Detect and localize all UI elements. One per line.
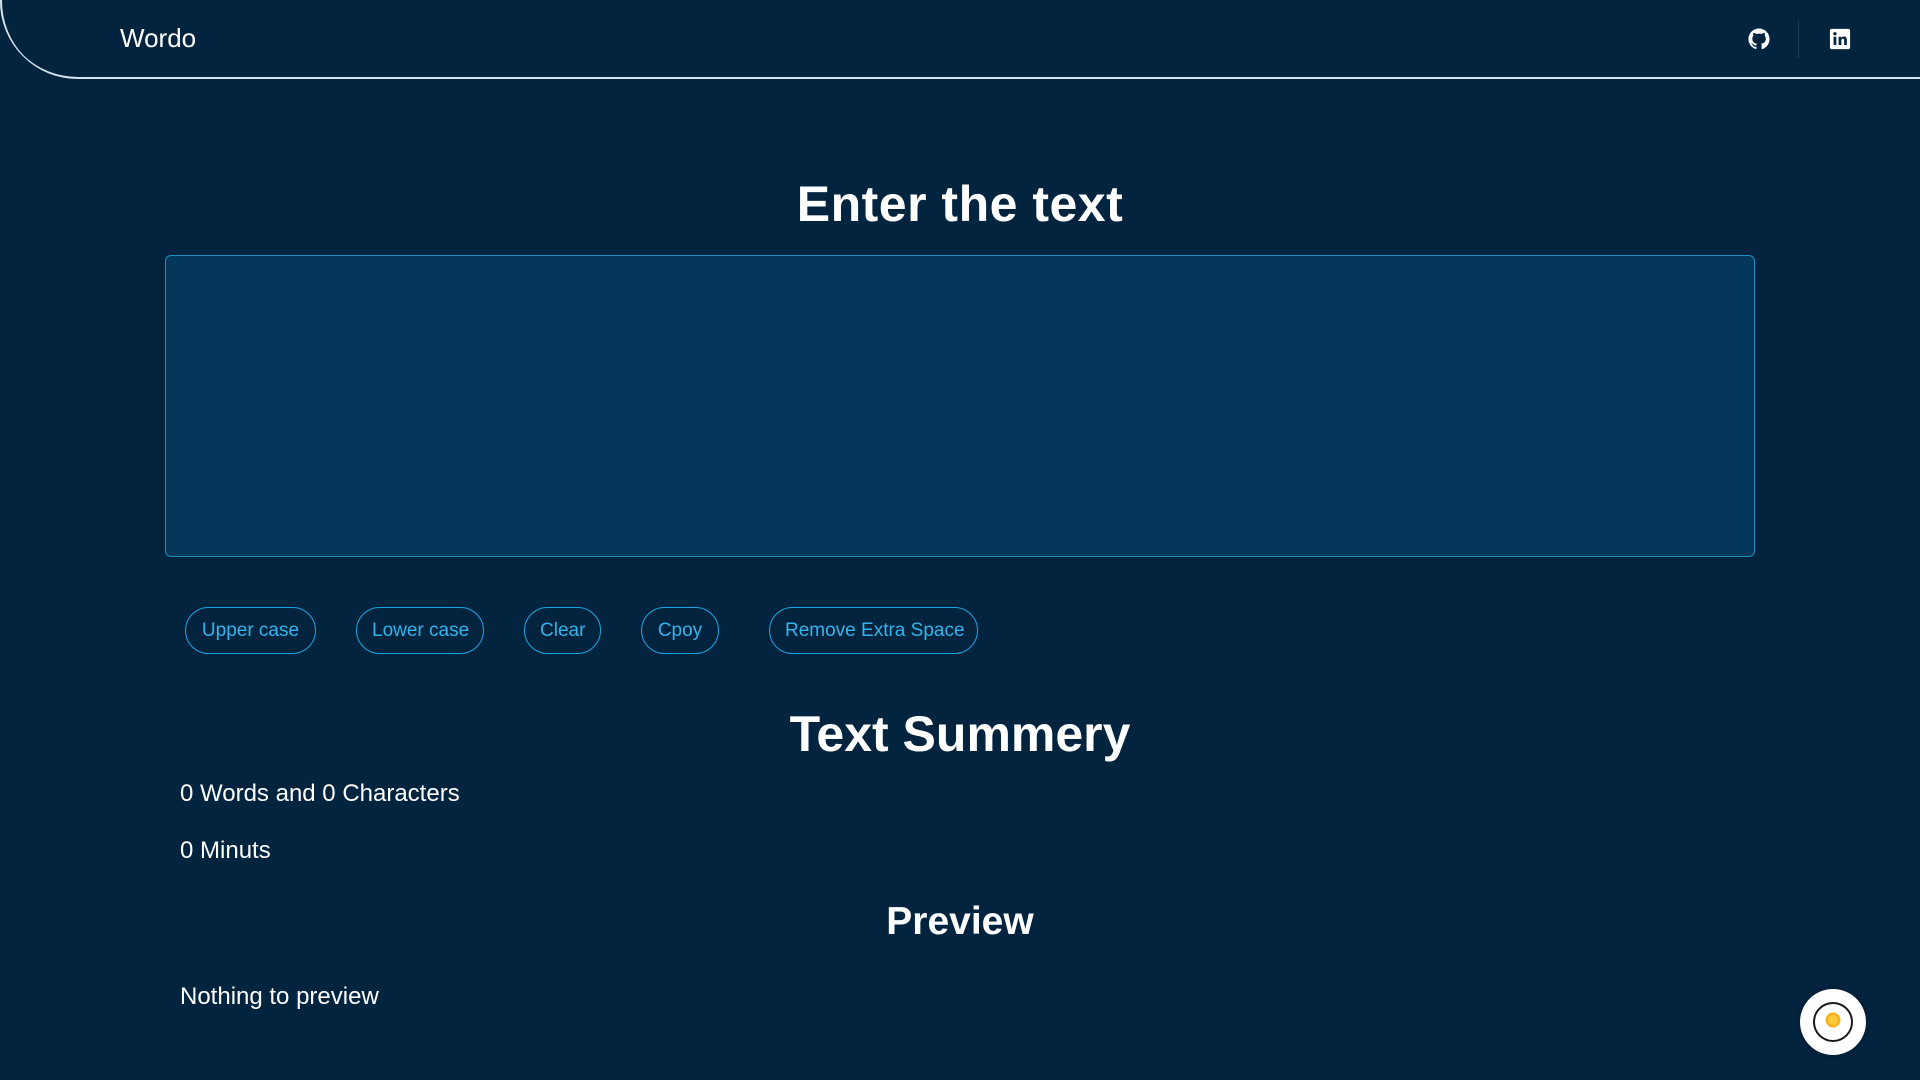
reading-time-text: 0 Minuts (180, 837, 271, 864)
remove-extra-space-button[interactable]: Remove Extra Space (769, 607, 978, 654)
preview-title: Preview (886, 900, 1034, 943)
word-count-text: 0 Words and 0 Characters (180, 780, 460, 807)
nav-divider (1798, 20, 1799, 58)
github-icon[interactable] (1744, 24, 1774, 54)
navbar: Wordo (0, 0, 1920, 79)
sun-icon (1823, 1010, 1843, 1035)
text-input[interactable] (165, 255, 1755, 557)
lowercase-button[interactable]: Lower case (356, 607, 484, 654)
page-title: Enter the text (796, 176, 1124, 232)
brand-link[interactable]: Wordo (120, 23, 196, 54)
copy-button[interactable]: Cpoy (641, 607, 719, 654)
clear-button[interactable]: Clear (524, 607, 601, 654)
linkedin-icon[interactable] (1825, 24, 1855, 54)
theme-toggle-button[interactable] (1800, 989, 1866, 1055)
preview-text: Nothing to preview (180, 983, 379, 1010)
toggle-ring (1813, 1002, 1853, 1042)
uppercase-button[interactable]: Upper case (185, 607, 316, 654)
summary-title: Text Summery (789, 706, 1131, 762)
